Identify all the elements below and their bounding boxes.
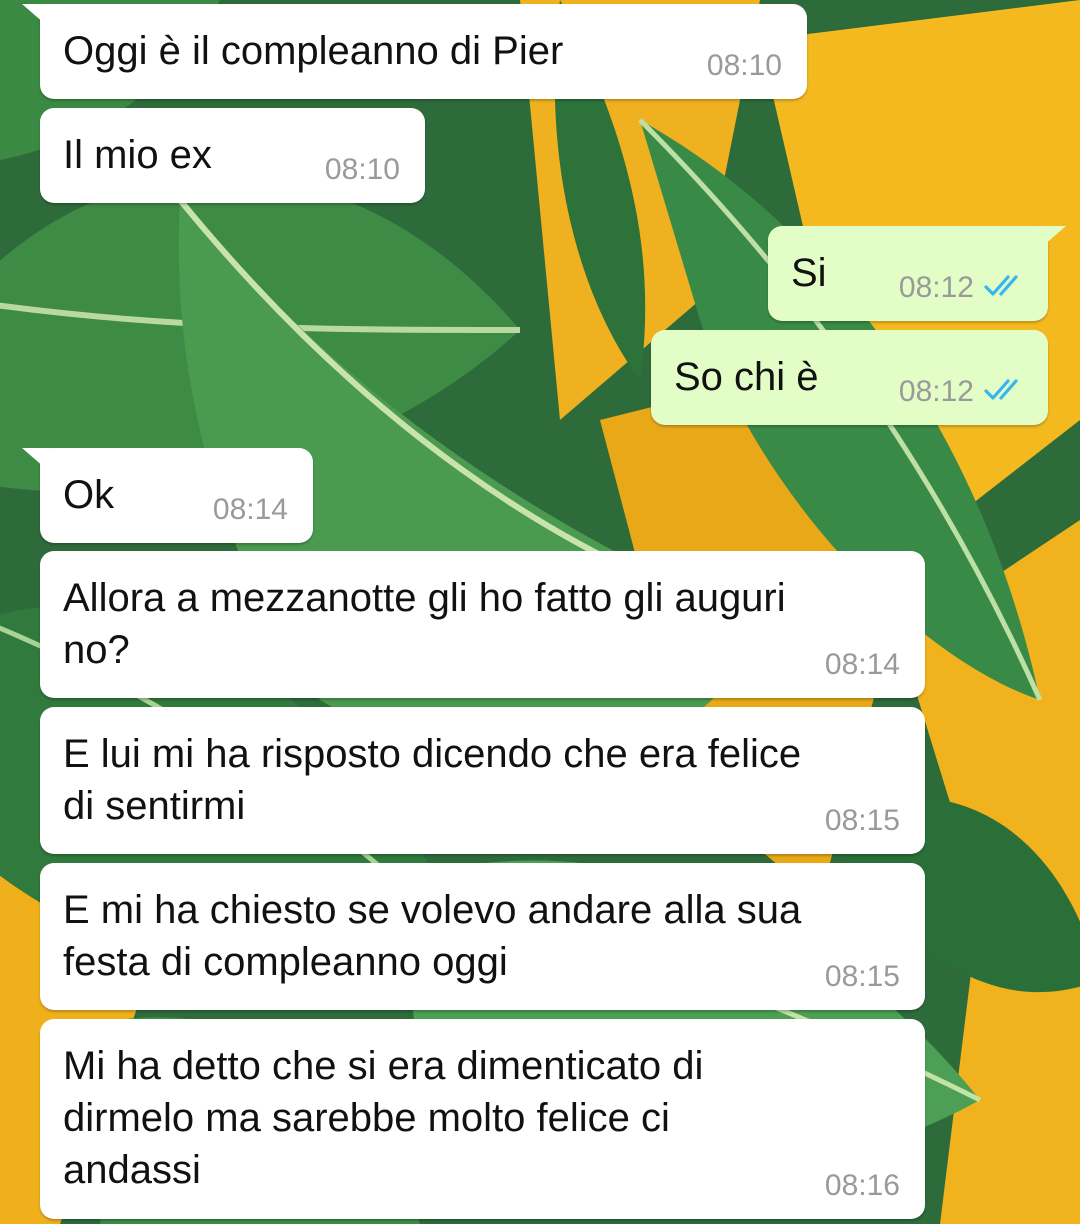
message-text: Mi ha detto che si era dimenticato di di… xyxy=(63,1044,704,1192)
message-text: Oggi è il compleanno di Pier xyxy=(63,29,564,73)
double-check-icon xyxy=(984,379,1018,400)
message-time: 08:15 xyxy=(824,960,900,993)
message-text: So chi è xyxy=(674,355,819,399)
message-bubble-incoming[interactable]: Oggi è il compleanno di Pier 08:10 xyxy=(22,4,807,99)
message-text: Ok xyxy=(63,473,115,517)
message-bubble-incoming[interactable]: Il mio ex 08:10 xyxy=(40,108,425,203)
message-text: E mi ha chiesto se volevo andare alla su… xyxy=(63,888,802,984)
message-time: 08:12 xyxy=(898,271,974,304)
message-bubble-incoming[interactable]: Ok 08:14 xyxy=(22,448,313,543)
bubble-tail xyxy=(22,448,52,474)
message-bubble-incoming[interactable]: Allora a mezzanotte gli ho fatto gli aug… xyxy=(40,551,925,698)
bubble-tail xyxy=(22,4,52,30)
message-text: Si xyxy=(791,251,827,295)
message-text: Il mio ex xyxy=(63,133,212,177)
message-text: E lui mi ha risposto dicendo che era fel… xyxy=(63,732,802,828)
message-time: 08:16 xyxy=(824,1169,900,1202)
double-check-icon xyxy=(984,275,1018,296)
message-time: 08:12 xyxy=(898,375,974,408)
message-bubble-incoming[interactable]: E lui mi ha risposto dicendo che era fel… xyxy=(40,707,925,854)
message-time: 08:10 xyxy=(324,153,400,186)
message-bubble-incoming[interactable]: Mi ha detto che si era dimenticato di di… xyxy=(40,1019,925,1219)
message-bubble-outgoing[interactable]: Si 08:12 xyxy=(768,226,1066,321)
message-time: 08:14 xyxy=(824,648,900,681)
message-bubble-outgoing[interactable]: So chi è 08:12 xyxy=(651,330,1048,425)
message-time: 08:14 xyxy=(212,493,288,526)
message-time: 08:10 xyxy=(706,49,782,82)
message-text: Allora a mezzanotte gli ho fatto gli aug… xyxy=(63,576,786,672)
bubble-tail xyxy=(1036,226,1066,252)
message-bubble-incoming[interactable]: E mi ha chiesto se volevo andare alla su… xyxy=(40,863,925,1010)
message-time: 08:15 xyxy=(824,804,900,837)
